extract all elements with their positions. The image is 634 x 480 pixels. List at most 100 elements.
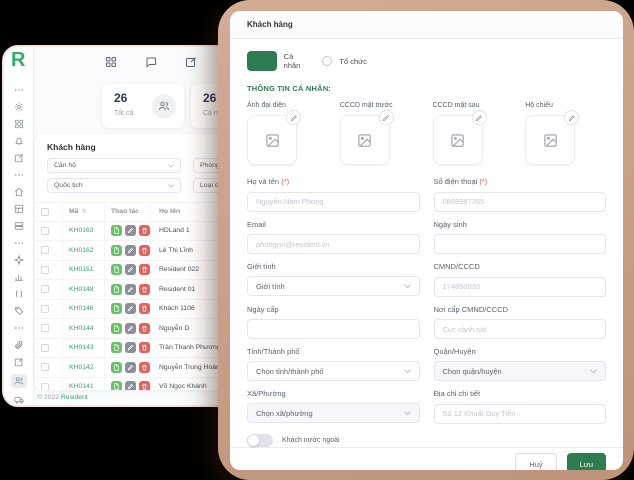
chart-icon[interactable] [11,272,27,282]
screen: R [0,0,634,480]
server-icon[interactable] [11,221,27,231]
district-select[interactable]: Chọn quận/huyện [434,361,607,381]
issue-date-input[interactable] [247,319,420,339]
upload-dropzone[interactable] [247,115,297,165]
trash-icon[interactable] [139,225,150,236]
row-checkbox[interactable] [41,383,49,390]
chat-icon[interactable] [145,55,157,67]
tag-icon[interactable] [11,306,27,316]
select-value: Giới tính [256,282,285,291]
full-name-input[interactable] [247,192,420,212]
filter-nationality[interactable]: Quốc tịch [47,178,181,193]
compose-icon[interactable] [11,153,27,163]
edit-icon[interactable] [125,225,136,236]
trash-icon[interactable] [139,381,150,390]
home-icon[interactable] [11,187,27,197]
file-icon[interactable] [111,381,122,390]
cancel-button[interactable]: Huỷ [515,453,556,470]
upload-dropzone[interactable] [433,115,483,165]
customer-modal: Khách hàng Cá nhân Tổ chức THÔNG TIN CÁ … [230,11,623,470]
brackets-icon[interactable] [11,289,27,299]
email-input[interactable] [247,234,420,254]
row-checkbox[interactable] [41,266,49,274]
dots-icon [11,170,27,180]
upload-label: CCCD mặt trước [340,102,421,109]
pencil-icon[interactable] [564,110,579,125]
ward-select[interactable]: Chọn xã/phường [247,403,420,423]
window-footer: © 2022 Resident [37,394,88,401]
trash-icon[interactable] [139,284,150,295]
edit-icon[interactable] [125,303,136,314]
field-birthdate: Ngày sinh [434,220,607,255]
foreign-customer-toggle[interactable] [247,434,273,447]
file-icon[interactable] [111,362,122,373]
pencil-icon[interactable] [286,110,301,125]
row-checkbox[interactable] [41,227,49,235]
upload-dropzone[interactable] [340,115,390,165]
phone-input[interactable] [434,192,607,212]
layout-icon[interactable] [11,204,27,214]
trash-icon[interactable] [139,362,150,373]
pencil-icon[interactable] [472,110,487,125]
image-placeholder-icon [450,133,465,148]
truck-icon[interactable] [11,395,27,405]
edit-icon[interactable] [125,342,136,353]
file-icon[interactable] [111,245,122,256]
trash-icon[interactable] [139,303,150,314]
compose-icon[interactable] [185,55,197,67]
row-checkbox[interactable] [41,305,49,313]
radio-selected-icon[interactable] [247,51,277,71]
trash-icon[interactable] [139,342,150,353]
birthdate-input[interactable] [434,234,607,254]
users-icon[interactable] [11,374,27,388]
edit-icon[interactable] [125,245,136,256]
sort-arrows-icon[interactable]: ⇅ [81,208,86,215]
gear-icon[interactable] [11,102,27,112]
address-input[interactable] [434,404,607,424]
file-icon[interactable] [111,225,122,236]
id-number-input[interactable] [434,277,607,297]
radio-unselected-icon[interactable] [322,56,332,66]
edit-icon[interactable] [125,323,136,334]
select-value: Chọn quận/huyện [443,367,502,376]
file-icon[interactable] [111,303,122,314]
row-checkbox[interactable] [41,344,49,352]
row-checkbox[interactable] [41,285,49,293]
file-icon[interactable] [111,323,122,334]
select-all-checkbox[interactable] [41,208,49,216]
trash-icon[interactable] [139,323,150,334]
grid-icon[interactable] [11,119,27,129]
row-checkbox[interactable] [41,363,49,371]
issue-place-input[interactable] [434,319,607,339]
row-checkbox[interactable] [41,324,49,332]
file-icon[interactable] [111,264,122,275]
spark-icon[interactable] [11,255,27,265]
upload-dropzone[interactable] [525,115,575,165]
edit-icon[interactable] [125,381,136,390]
customer-code: KH0144 [63,319,105,338]
bell-icon[interactable] [11,136,27,146]
pencil-icon[interactable] [379,110,394,125]
file-icon[interactable] [111,284,122,295]
customer-code: KH0141 [63,378,105,391]
trash-icon[interactable] [139,264,150,275]
paperclip-icon[interactable] [11,340,27,350]
gender-select[interactable]: Giới tính [247,276,420,296]
chevron-down-icon [590,369,597,374]
edit-icon[interactable] [125,362,136,373]
file-icon[interactable] [111,342,122,353]
filter-apartment[interactable]: Căn hộ [47,158,181,173]
radio-personal[interactable]: Cá nhân [247,51,300,71]
save-button[interactable]: Lưu [567,453,606,470]
edit-icon[interactable] [11,357,27,367]
province-select[interactable]: Chọn tỉnh/thành phố [247,361,420,381]
row-checkbox[interactable] [41,246,49,254]
edit-icon[interactable] [125,284,136,295]
radio-label: Tổ chức [339,57,367,66]
stat-value: 26 [203,91,216,105]
apps-icon[interactable] [105,55,117,67]
edit-icon[interactable] [125,264,136,275]
trash-icon[interactable] [139,245,150,256]
brand-link[interactable]: Resident [61,394,88,401]
radio-organization[interactable]: Tổ chức [322,56,367,66]
